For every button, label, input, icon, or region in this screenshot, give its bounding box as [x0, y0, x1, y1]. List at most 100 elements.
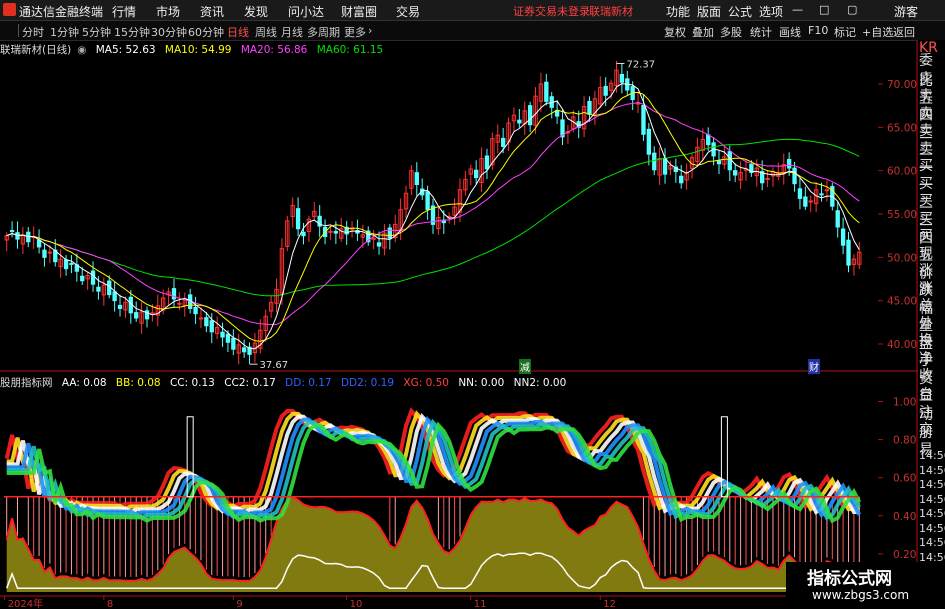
candle-body — [42, 249, 47, 258]
tick-time: 14:56 — [919, 521, 945, 535]
login-notice[interactable]: 证券交易未登录 — [513, 3, 590, 19]
candle-body — [786, 158, 792, 169]
candle-body — [544, 81, 549, 102]
menu-functions[interactable]: 功能 — [666, 3, 690, 20]
title-bar: 通达信金融终端 行情 市场 资讯 发现 问小达 财富圈 交易 证券交易未登录 联… — [0, 0, 945, 21]
tab-5min[interactable]: 5分钟 — [82, 24, 111, 40]
watermark-url: www.zbgs3.com — [812, 588, 910, 602]
candle-body — [733, 170, 738, 176]
candle-body — [527, 105, 533, 126]
candle-body — [171, 288, 177, 300]
ma60-value: MA60: 61.15 — [316, 44, 384, 56]
tab-weekly[interactable]: 周线 — [255, 24, 277, 40]
guest-label[interactable]: 游客 — [894, 3, 918, 20]
candle-body — [500, 137, 506, 147]
menu-formula[interactable]: 公式 — [728, 3, 752, 20]
date-tick-label: 12 — [603, 599, 616, 609]
candle-body — [328, 230, 333, 233]
tab-monthly[interactable]: 月线 — [281, 24, 303, 40]
maximize-icon[interactable]: □ — [819, 3, 829, 16]
indicator-tick-label: 0.40 — [893, 511, 916, 523]
watermark-title: 指标公式网 — [807, 569, 892, 589]
candle-body — [376, 242, 382, 247]
menu-trade[interactable]: 交易 — [396, 3, 420, 20]
menu-news[interactable]: 资讯 — [200, 3, 224, 20]
reduce-badge[interactable]: 减 — [519, 359, 531, 374]
candle-body — [117, 304, 123, 309]
add-watchlist-button[interactable]: +自选 — [862, 24, 893, 40]
tab-f10[interactable]: F10 — [808, 24, 828, 37]
nn-value: NN: 0.00 — [458, 377, 505, 389]
indicator-tick-label: 0.80 — [893, 435, 916, 447]
candle-body — [803, 196, 808, 207]
tick-time: 14:56 — [919, 507, 945, 520]
tab-multi-period[interactable]: 多周期 — [307, 24, 340, 40]
candle-body — [484, 155, 490, 170]
tab-daily[interactable]: 日线 — [227, 24, 249, 40]
more-chevron-icon[interactable]: › — [368, 24, 372, 37]
indicator-name[interactable]: 股朋指标网 — [0, 377, 53, 389]
candle-body — [727, 151, 732, 171]
tab-1min[interactable]: 1分钟 — [50, 24, 79, 40]
menu-wealth-circle[interactable]: 财富圈 — [341, 3, 377, 20]
indicator-ribbon — [6, 413, 860, 515]
menu-options[interactable]: 选项 — [759, 3, 783, 20]
tab-mark[interactable]: 标记 — [834, 24, 856, 40]
date-tick-label: 2024年 — [8, 597, 43, 609]
tab-statistics[interactable]: 统计 — [750, 24, 772, 40]
candle-body — [641, 104, 646, 135]
candle-body — [231, 337, 236, 350]
date-tick-label: 11 — [474, 599, 487, 609]
candle-body — [80, 275, 85, 282]
price-tick-label: 70.00 — [887, 79, 917, 91]
finance-badge[interactable]: 财 — [808, 359, 820, 374]
ma-info-line: 联瑞新材(日线) ◉ MA5: 52.63 MA10: 54.99 MA20: 5… — [0, 42, 389, 56]
menu-market[interactable]: 市场 — [156, 3, 180, 20]
stock-period-label[interactable]: 联瑞新材(日线) — [0, 44, 71, 56]
candle-body — [371, 237, 376, 240]
candle-body — [112, 291, 117, 302]
tab-30min[interactable]: 30分钟 — [151, 24, 187, 40]
tab-adjust[interactable]: 复权 — [664, 24, 686, 40]
candle-body — [134, 312, 139, 319]
candle-body — [840, 228, 846, 246]
candle-body — [646, 128, 652, 155]
dropdown-icon[interactable]: ◉ — [77, 44, 86, 56]
menu-layout[interactable]: 版面 — [697, 3, 721, 20]
ma20-value: MA20: 56.86 — [240, 44, 308, 56]
tab-multi-stock[interactable]: 多股 — [720, 24, 742, 40]
price-tick-label: 45.00 — [887, 296, 917, 308]
dd-value: DD: 0.17 — [285, 377, 332, 389]
tick-time: 14:56 — [919, 492, 945, 506]
candle-body — [706, 134, 711, 146]
candle-body — [517, 119, 522, 124]
tab-60min[interactable]: 60分钟 — [188, 24, 224, 40]
menu-ask-assistant[interactable]: 问小达 — [288, 3, 324, 20]
date-tick-label: 10 — [350, 599, 363, 609]
tab-intraday[interactable]: 分时 — [22, 24, 44, 40]
high-price-label: 72.37 — [626, 59, 655, 70]
tab-15min[interactable]: 15分钟 — [114, 24, 150, 40]
back-button[interactable]: 返回 — [893, 24, 915, 40]
tab-overlay[interactable]: 叠加 — [692, 24, 714, 40]
candle-body — [177, 302, 182, 305]
date-tick-label: 9 — [236, 599, 242, 609]
minimize-icon[interactable]: — — [792, 3, 803, 16]
xg-value: XG: 0.50 — [403, 377, 449, 389]
candle-body — [198, 317, 204, 320]
candle-body — [587, 100, 592, 115]
candle-body — [765, 177, 770, 180]
candle-body — [96, 286, 101, 292]
menu-market-quote[interactable]: 行情 — [112, 3, 136, 20]
tab-more[interactable]: 更多 — [344, 24, 366, 40]
candle-body — [414, 172, 419, 186]
candle-body — [9, 230, 15, 233]
tick-time: 14:56 — [919, 478, 945, 491]
menu-discover[interactable]: 发现 — [244, 3, 268, 20]
date-tick-label: 8 — [107, 599, 113, 609]
period-toolbar: 分时 1分钟 5分钟 15分钟 30分钟 60分钟 日线 周线 月线 多周期 更… — [0, 21, 945, 41]
candle-body — [824, 189, 830, 192]
restore-icon[interactable]: ▢ — [847, 3, 857, 16]
tab-draw-line[interactable]: 画线 — [779, 24, 801, 40]
candle-body — [209, 320, 214, 333]
